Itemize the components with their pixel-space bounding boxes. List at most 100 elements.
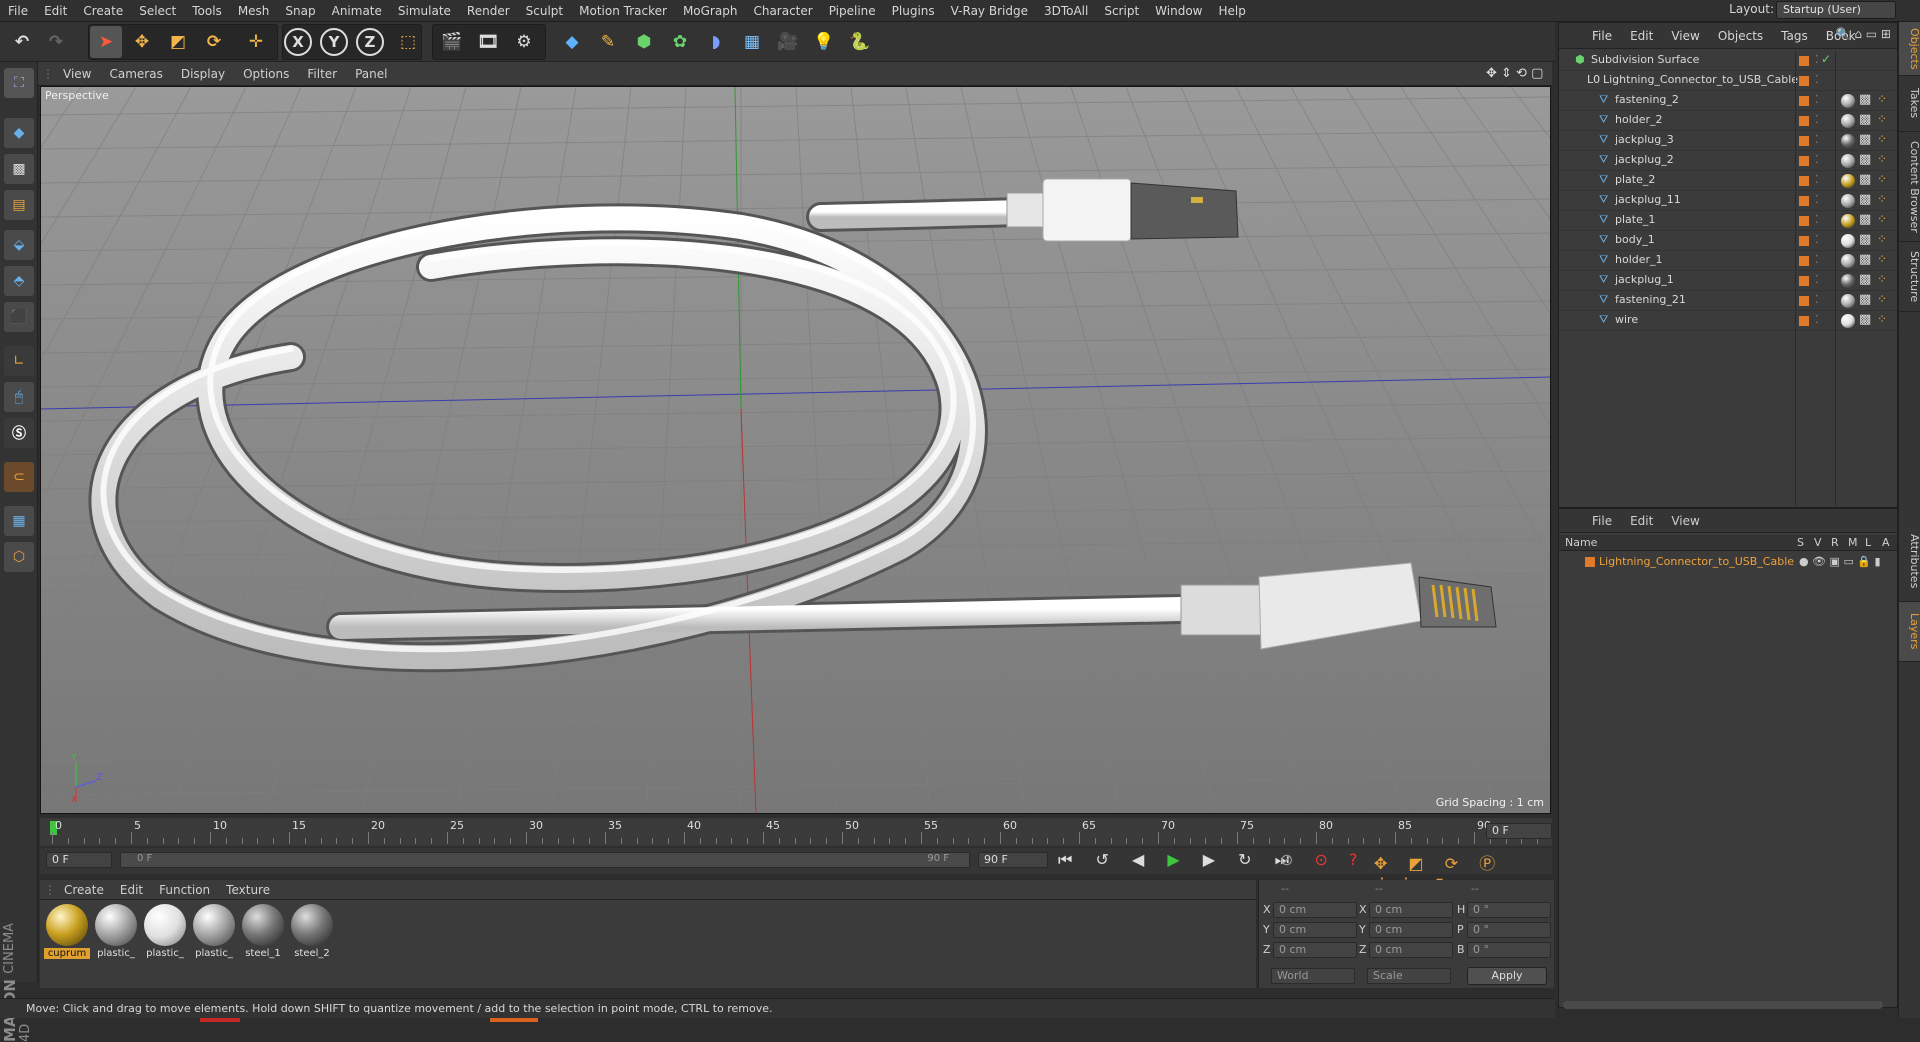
phong-tag-icon[interactable]: ⁘ [1877,152,1887,166]
apply-button[interactable]: Apply [1467,967,1547,985]
visibility-dots[interactable]: ⁚ [1815,133,1819,146]
texture-tag-icon[interactable]: ▩ [1859,152,1871,167]
material-tag-icon[interactable] [1841,214,1855,228]
texture-tag-icon[interactable]: ▩ [1859,312,1871,327]
visibility-dots[interactable]: ⁚ [1815,313,1819,326]
menu-window[interactable]: Window [1147,4,1210,18]
viewport-nav-icons[interactable]: ✥ ⇕ ⟲ ▢ [1486,66,1543,81]
menu-file[interactable]: File [0,4,36,18]
phong-tag-icon[interactable]: ⁘ [1877,252,1887,266]
object-row[interactable]: ⛛ holder_2 ⁚ ▩ ⁘ [1559,111,1897,131]
visibility-dots[interactable]: ⁚ [1815,273,1819,286]
object-row[interactable]: ⛛ fastening_2 ⁚ ▩ ⁘ [1559,91,1897,111]
object-row[interactable]: L0 Lightning_Connector_to_USB_Cable ⁚ [1559,71,1897,91]
layer-flags-icons[interactable]: ● 👁 ▣ ▭ 🔒 ▮ [1799,555,1881,568]
coord-field[interactable]: 0 cm [1369,942,1453,958]
material-tag-icon[interactable] [1841,94,1855,108]
workplane-axis-icon[interactable]: ⬡ [4,542,34,572]
object-row[interactable]: ⛛ jackplug_2 ⁚ ▩ ⁘ [1559,151,1897,171]
coord-field[interactable]: 0 cm [1273,942,1357,958]
material-swatch[interactable]: cuprum [44,904,90,960]
viewport-menu-options[interactable]: Options [234,67,298,81]
texture-tag-icon[interactable]: ▩ [1859,92,1871,107]
side-tab-objects[interactable]: Objects [1899,22,1920,76]
axis-y-button[interactable]: Y [320,28,348,56]
object-menu-tags[interactable]: Tags [1772,29,1817,43]
workplane-icon[interactable]: ▤ [4,190,34,220]
render-settings-icon[interactable]: ⚙ [508,26,540,58]
material-swatch[interactable]: steel_2 [289,904,335,960]
layer-scrollbar[interactable] [1563,1001,1883,1009]
camera-icon[interactable]: 🎥 [772,26,804,58]
axis-mode-icon[interactable]: ∟ [4,346,34,376]
menu-script[interactable]: Script [1096,4,1147,18]
object-row[interactable]: ⛛ plate_2 ⁚ ▩ ⁘ [1559,171,1897,191]
layer-menu-view[interactable]: View [1662,514,1708,528]
object-row[interactable]: ⛛ jackplug_3 ⁚ ▩ ⁘ [1559,131,1897,151]
texture-mode-icon[interactable]: ▩ [4,154,34,184]
render-picture-viewer-icon[interactable]: 🎞 [472,26,504,58]
model-mode-icon[interactable]: ◆ [4,118,34,148]
phong-tag-icon[interactable]: ⁘ [1877,292,1887,306]
python-icon[interactable]: 🐍 [844,26,876,58]
enabled-check-icon[interactable]: ✓ [1821,52,1831,66]
render-view-icon[interactable]: 🎬 [436,26,468,58]
layer-menu-file[interactable]: File [1583,514,1621,528]
visibility-dots[interactable]: ⁚ [1815,73,1819,86]
visibility-dots[interactable]: ⁚ [1815,173,1819,186]
object-menu-objects[interactable]: Objects [1709,29,1772,43]
object-row[interactable]: ⛛ plate_1 ⁚ ▩ ⁘ [1559,211,1897,231]
phong-tag-icon[interactable]: ⁘ [1877,312,1887,326]
side-tab-takes[interactable]: Takes [1899,76,1920,132]
start-frame-field[interactable]: 0 F [46,852,112,868]
texture-tag-icon[interactable]: ▩ [1859,132,1871,147]
texture-tag-icon[interactable]: ▩ [1859,112,1871,127]
menu-snap[interactable]: Snap [277,4,323,18]
texture-tag-icon[interactable]: ▩ [1859,272,1871,287]
space-select[interactable]: World [1271,968,1355,984]
phong-tag-icon[interactable]: ⁘ [1877,172,1887,186]
viewport-menu-panel[interactable]: Panel [346,67,396,81]
phong-tag-icon[interactable]: ⁘ [1877,212,1887,226]
redo-icon[interactable]: ↷ [40,26,72,58]
floor-scene-icon[interactable]: ▦ [736,26,768,58]
material-tag-icon[interactable] [1841,154,1855,168]
axis-x-button[interactable]: X [284,28,312,56]
coordinate-system-icon[interactable]: ⬚ [392,26,424,58]
playback-controls[interactable]: ⏮ ↺ ◀ ▶ ▶ ↻ ⏭ [1058,850,1298,870]
object-row[interactable]: ⛛ fastening_21 ⁚ ▩ ⁘ [1559,291,1897,311]
axis-z-button[interactable]: Z [356,28,384,56]
phong-tag-icon[interactable]: ⁘ [1877,232,1887,246]
viewport-menu-display[interactable]: Display [172,67,234,81]
menu-v-ray-bridge[interactable]: V-Ray Bridge [943,4,1036,18]
menu-render[interactable]: Render [459,4,518,18]
side-tab-content-browser[interactable]: Content Browser [1899,132,1920,242]
layer-row[interactable]: Lightning_Connector_to_USB_Cable ● 👁 ▣ ▭… [1559,553,1897,571]
material-tag-icon[interactable] [1841,234,1855,248]
viewport-menu-filter[interactable]: Filter [298,67,346,81]
magnet-icon[interactable]: ⊂ [4,462,34,492]
rotate-icon[interactable]: ⟳ [198,26,230,58]
menu-motion-tracker[interactable]: Motion Tracker [571,4,675,18]
light-icon[interactable]: 💡 [808,26,840,58]
move-icon[interactable]: ✥ [126,26,158,58]
side-tab-attributes[interactable]: Attributes [1899,522,1920,602]
texture-tag-icon[interactable]: ▩ [1859,292,1871,307]
material-menu-create[interactable]: Create [56,883,112,897]
visibility-dots[interactable]: ⁚ [1815,293,1819,306]
object-row[interactable]: ⛛ jackplug_11 ⁚ ▩ ⁘ [1559,191,1897,211]
coord-field[interactable]: 0 cm [1273,922,1357,938]
coord-field[interactable]: 0 ° [1467,902,1551,918]
phong-tag-icon[interactable]: ⁘ [1877,112,1887,126]
snap-icon[interactable]: Ⓢ [4,418,34,448]
material-tag-icon[interactable] [1841,174,1855,188]
material-swatch[interactable]: steel_1 [240,904,286,960]
coord-field[interactable]: 0 ° [1467,922,1551,938]
range-slider[interactable]: 0 F 90 F [120,852,970,868]
side-tab-structure[interactable]: Structure [1899,242,1920,312]
deformer-icon[interactable]: ◗ [700,26,732,58]
material-swatch[interactable]: plastic_ [93,904,139,960]
menu-tools[interactable]: Tools [184,4,230,18]
phong-tag-icon[interactable]: ⁘ [1877,132,1887,146]
phong-tag-icon[interactable]: ⁘ [1877,92,1887,106]
